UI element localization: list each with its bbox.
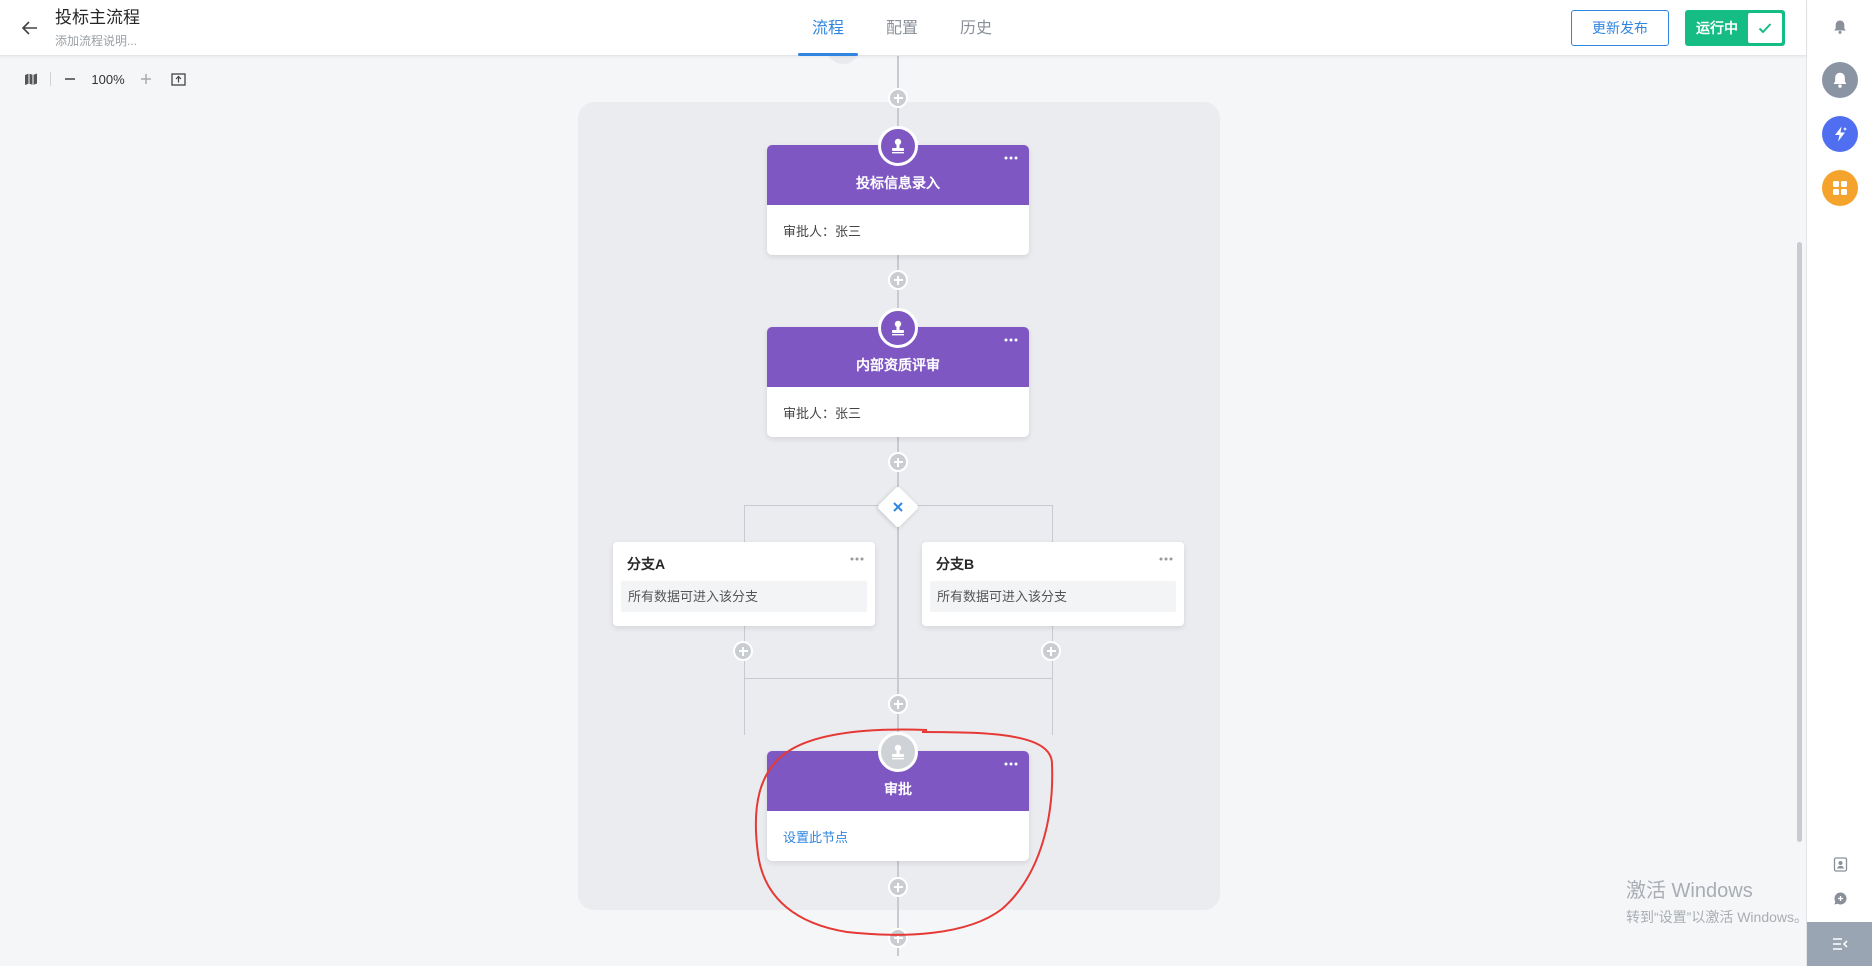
add-node-button-branch-a[interactable] [733, 641, 753, 661]
stamp-icon [892, 138, 904, 154]
chat-button[interactable] [1830, 888, 1850, 908]
arrow-left-icon [21, 21, 37, 35]
page-title[interactable]: 投标主流程 [55, 8, 140, 28]
flow-node-approval[interactable]: 审批 设置此节点 [767, 732, 1029, 861]
node-title: 审批 [884, 781, 912, 797]
flow-node-qualification-review[interactable]: 内部资质评审 审批人：张三 [767, 308, 1029, 437]
watermark-title: 激活 Windows [1626, 880, 1753, 902]
ai-assistant-button[interactable] [1822, 116, 1858, 152]
node-approver: 审批人：张三 [783, 405, 862, 421]
add-node-button[interactable] [888, 877, 908, 897]
grid-icon [1833, 181, 1847, 195]
tab-history[interactable]: 历史 [946, 0, 1006, 56]
more-horizontal-icon [1004, 762, 1018, 766]
add-node-button[interactable] [888, 88, 908, 108]
tab-flow[interactable]: 流程 [798, 0, 859, 56]
node-avatar [878, 126, 918, 166]
branch-b-card[interactable]: 分支B 所有数据可进入该分支 [922, 542, 1184, 626]
node-title: 投标信息录入 [856, 175, 940, 191]
flow-canvas: 投标信息录入 审批人：张三 内部资质评审 审批人：张三 分支A 所有数据可进入该… [0, 56, 1806, 966]
flow-node-bid-entry[interactable]: 投标信息录入 审批人：张三 [767, 126, 1029, 255]
node-approver: 审批人：张三 [783, 223, 862, 239]
messages-button[interactable] [1822, 62, 1858, 98]
running-knob [1748, 13, 1782, 43]
bell-icon [1833, 72, 1847, 88]
contact-card-icon [1833, 856, 1847, 872]
bell-icon [1834, 20, 1846, 34]
branch-title: 分支B [936, 556, 975, 572]
tab-bar: 流程 配置 历史 [798, 0, 1020, 56]
node-more-button[interactable] [1001, 151, 1021, 165]
check-icon [1758, 23, 1772, 34]
tab-config[interactable]: 配置 [872, 0, 932, 56]
more-horizontal-icon [1004, 156, 1018, 160]
watermark-subtitle: 转到“设置”以激活 Windows。 [1626, 909, 1809, 925]
more-horizontal-icon [1159, 557, 1173, 561]
title-block: 投标主流程 添加流程说明... [55, 8, 140, 49]
node-title: 内部资质评审 [856, 357, 940, 373]
more-horizontal-icon [850, 557, 864, 561]
add-node-button[interactable] [888, 928, 908, 948]
branch-title: 分支A [627, 556, 666, 572]
configure-node-link[interactable]: 设置此节点 [767, 811, 1029, 861]
stamp-icon [892, 320, 904, 336]
branch-more-button[interactable] [1156, 552, 1176, 566]
close-icon [893, 502, 903, 512]
right-rail [1806, 0, 1872, 966]
contacts-button[interactable] [1830, 854, 1850, 874]
node-more-button[interactable] [1001, 333, 1021, 347]
branch-a-card[interactable]: 分支A 所有数据可进入该分支 [613, 542, 875, 626]
stamp-icon [892, 744, 904, 760]
branch-condition: 所有数据可进入该分支 [621, 581, 867, 612]
more-horizontal-icon [1004, 338, 1018, 342]
remove-condition-button[interactable] [888, 497, 908, 517]
branch-connector-bottom [744, 678, 1053, 679]
flow-description[interactable]: 添加流程说明... [55, 32, 140, 49]
add-node-button[interactable] [888, 452, 908, 472]
collapse-rail-button[interactable] [1807, 922, 1872, 966]
node-avatar [878, 308, 918, 348]
update-publish-button[interactable]: 更新发布 [1571, 10, 1669, 46]
node-more-button[interactable] [1001, 757, 1021, 771]
windows-activation-watermark: 激活 Windows 转到“设置”以激活 Windows。 [1626, 874, 1808, 927]
back-button[interactable] [16, 14, 44, 42]
node-avatar [878, 732, 918, 772]
header-bar: 投标主流程 添加流程说明... 流程 配置 历史 更新发布 运行中 [0, 0, 1806, 56]
menu-collapse-icon [1833, 938, 1848, 950]
chat-plus-icon [1833, 892, 1846, 904]
canvas-scrollbar[interactable] [1797, 242, 1802, 842]
start-node-avatar [826, 56, 860, 64]
add-node-button-branch-b[interactable] [1041, 641, 1061, 661]
lightning-icon [1835, 126, 1847, 142]
branch-condition: 所有数据可进入该分支 [930, 581, 1176, 612]
branch-more-button[interactable] [847, 552, 867, 566]
notifications-button[interactable] [1822, 9, 1858, 45]
apps-button[interactable] [1822, 170, 1858, 206]
add-node-button[interactable] [888, 270, 908, 290]
add-node-button[interactable] [888, 694, 908, 714]
running-toggle[interactable]: 运行中 [1685, 10, 1785, 46]
running-label: 运行中 [1696, 20, 1738, 36]
